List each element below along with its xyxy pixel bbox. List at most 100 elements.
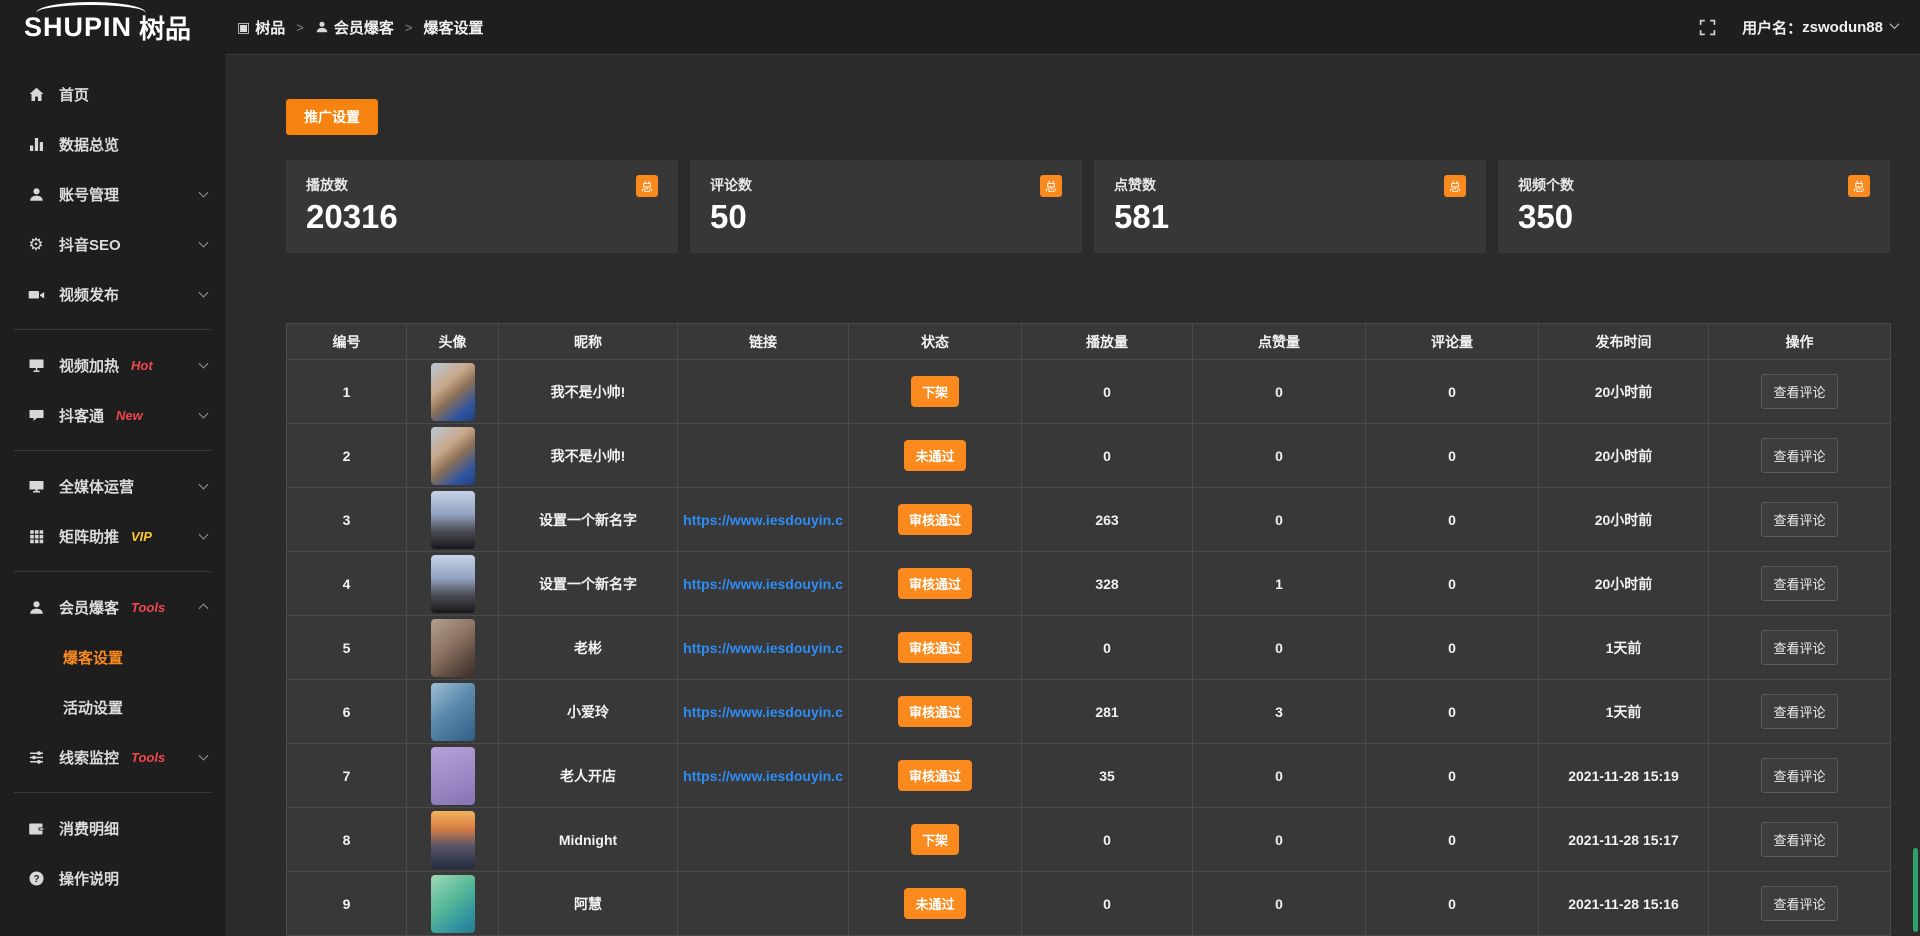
cell-avatar: [407, 808, 499, 872]
dashboard-icon: ▣: [237, 20, 250, 34]
cell-nickname: 我不是小帅!: [499, 360, 678, 424]
total-badge: 总: [1444, 175, 1466, 197]
cell-id: 6: [287, 680, 407, 744]
view-comments-button[interactable]: 查看评论: [1761, 374, 1837, 409]
view-comments-button[interactable]: 查看评论: [1761, 438, 1837, 473]
table-row: 2我不是小帅!未通过00020小时前查看评论: [287, 424, 1891, 488]
cell-nickname: 阿慧: [499, 872, 678, 936]
sidebar-item-video-publish[interactable]: 视频发布: [0, 269, 225, 319]
app-logo[interactable]: SHUPIN 树品: [0, 0, 225, 55]
stat-label: 评论数: [710, 175, 752, 195]
cell-action: 查看评论: [1709, 488, 1891, 552]
cell-link: https://www.iesdouyin.c: [678, 552, 849, 616]
table-row: 6小爱玲https://www.iesdouyin.c审核通过281301天前查…: [287, 680, 1891, 744]
cell-link: https://www.iesdouyin.c: [678, 488, 849, 552]
cell-time: 20小时前: [1539, 552, 1709, 616]
sidebar-item-label: 矩阵助推: [59, 526, 119, 547]
stat-label: 播放数: [306, 175, 348, 195]
video-link[interactable]: https://www.iesdouyin.c: [683, 640, 843, 656]
sidebar-item-home[interactable]: 首页: [0, 69, 225, 119]
stat-card: 评论数总50: [690, 160, 1082, 253]
sidebar-item-consumption-detail[interactable]: 消费明细: [0, 803, 225, 853]
column-header: 播放量: [1022, 324, 1193, 360]
cell-link: https://www.iesdouyin.c: [678, 744, 849, 808]
breadcrumb-item[interactable]: ▣树品: [237, 17, 285, 38]
sidebar-item-badge: Tools: [131, 600, 165, 615]
column-header: 点赞量: [1193, 324, 1366, 360]
cell-plays: 0: [1022, 424, 1193, 488]
view-comments-button[interactable]: 查看评论: [1761, 566, 1837, 601]
view-comments-button[interactable]: 查看评论: [1761, 502, 1837, 537]
stat-card: 视频个数总350: [1498, 160, 1890, 253]
cell-action: 查看评论: [1709, 360, 1891, 424]
status-badge: 审核通过: [898, 632, 972, 663]
cell-time: 20小时前: [1539, 424, 1709, 488]
breadcrumb-item[interactable]: 爆客设置: [423, 17, 483, 38]
cell-id: 5: [287, 616, 407, 680]
cell-comments: 0: [1366, 488, 1539, 552]
cell-plays: 35: [1022, 744, 1193, 808]
username-menu[interactable]: 用户名：zswodun88: [1742, 17, 1898, 38]
sidebar-item-baoke-settings[interactable]: 爆客设置: [0, 632, 225, 682]
view-comments-button[interactable]: 查看评论: [1761, 694, 1837, 729]
total-badge: 总: [636, 175, 658, 197]
sidebar-item-doukotong[interactable]: 抖客通New: [0, 390, 225, 440]
sidebar-item-douyin-seo[interactable]: ⚙抖音SEO: [0, 219, 225, 269]
avatar: [431, 427, 475, 485]
cell-status: 未通过: [849, 872, 1022, 936]
column-header: 操作: [1709, 324, 1891, 360]
stat-card: 播放数总20316: [286, 160, 678, 253]
user-icon: [315, 20, 329, 34]
cell-nickname: 老人开店: [499, 744, 678, 808]
cell-action: 查看评论: [1709, 680, 1891, 744]
cell-status: 审核通过: [849, 488, 1022, 552]
view-comments-button[interactable]: 查看评论: [1761, 886, 1837, 921]
wallet-icon: [26, 820, 46, 837]
breadcrumb-item[interactable]: 会员爆客: [315, 17, 394, 38]
sidebar-item-matrix-boost[interactable]: 矩阵助推VIP: [0, 511, 225, 561]
chevron-down-icon: [199, 288, 209, 298]
user-icon: [26, 186, 46, 203]
stat-label: 视频个数: [1518, 175, 1574, 195]
cell-comments: 0: [1366, 616, 1539, 680]
sidebar-item-data-overview[interactable]: 数据总览: [0, 119, 225, 169]
sidebar-item-media-operation[interactable]: 全媒体运营: [0, 461, 225, 511]
view-comments-button[interactable]: 查看评论: [1761, 758, 1837, 793]
sidebar-item-activity-settings[interactable]: 活动设置: [0, 682, 225, 732]
scrollbar-thumb[interactable]: [1913, 848, 1918, 932]
sidebar-item-label: 抖音SEO: [59, 234, 121, 255]
table-row: 5老彬https://www.iesdouyin.c审核通过0001天前查看评论: [287, 616, 1891, 680]
cell-status: 下架: [849, 808, 1022, 872]
avatar: [431, 363, 475, 421]
cell-likes: 0: [1193, 872, 1366, 936]
cell-likes: 0: [1193, 488, 1366, 552]
sidebar-item-clue-monitor[interactable]: 线索监控Tools: [0, 732, 225, 782]
fullscreen-icon[interactable]: [1699, 19, 1716, 36]
view-comments-button[interactable]: 查看评论: [1761, 822, 1837, 857]
sidebar-item-badge: Tools: [131, 750, 165, 765]
promo-settings-button[interactable]: 推广设置: [286, 99, 378, 135]
topbar-right: 用户名：zswodun88: [1699, 17, 1898, 38]
view-comments-button[interactable]: 查看评论: [1761, 630, 1837, 665]
sidebar-item-member-baoke[interactable]: 会员爆客Tools: [0, 582, 225, 632]
cell-time: 20小时前: [1539, 488, 1709, 552]
cell-action: 查看评论: [1709, 808, 1891, 872]
table-row: 3设置一个新名字https://www.iesdouyin.c审核通过26300…: [287, 488, 1891, 552]
sidebar-item-operation-guide[interactable]: ? 操作说明: [0, 853, 225, 903]
chevron-down-icon: [199, 238, 209, 248]
sidebar-item-video-heat[interactable]: 视频加热Hot: [0, 340, 225, 390]
video-link[interactable]: https://www.iesdouyin.c: [683, 512, 843, 528]
sidebar-item-account-management[interactable]: 账号管理: [0, 169, 225, 219]
video-link[interactable]: https://www.iesdouyin.c: [683, 704, 843, 720]
cell-time: 1天前: [1539, 680, 1709, 744]
chevron-down-icon: [1890, 19, 1900, 29]
cell-likes: 0: [1193, 616, 1366, 680]
sidebar-item-label: 操作说明: [59, 868, 119, 889]
column-header: 状态: [849, 324, 1022, 360]
video-link[interactable]: https://www.iesdouyin.c: [683, 768, 843, 784]
help-icon: ?: [26, 870, 46, 887]
cell-link: [678, 808, 849, 872]
grid-icon: [26, 528, 46, 545]
total-badge: 总: [1848, 175, 1870, 197]
video-link[interactable]: https://www.iesdouyin.c: [683, 576, 843, 592]
